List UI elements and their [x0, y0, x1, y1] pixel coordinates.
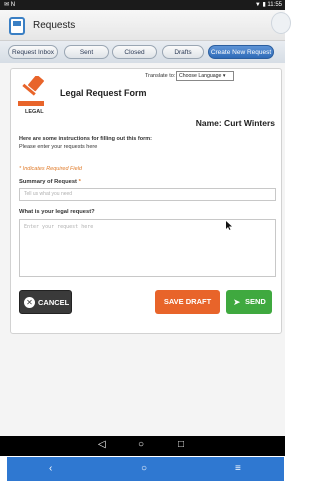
- app-header: Requests: [0, 10, 291, 41]
- android-home-icon[interactable]: ○: [138, 439, 144, 450]
- logo-label: LEGAL: [25, 109, 44, 115]
- tab-bar: Request Inbox Sent Closed Drafts Create …: [0, 41, 285, 63]
- bottom-nav-bar: ‹ ○ ≡: [7, 457, 284, 481]
- requests-app-icon: [9, 17, 25, 35]
- tab-sent[interactable]: Sent: [64, 45, 109, 59]
- android-nav-bar: ◁ ○ □: [0, 436, 285, 456]
- form-title: Legal Request Form: [60, 88, 147, 98]
- summary-input[interactable]: Tell us what you need: [19, 188, 276, 201]
- tab-drafts[interactable]: Drafts: [162, 45, 204, 59]
- status-bar: ✉ N ▼ ▮ 11:55: [0, 0, 285, 10]
- required-field-note: * Indicates Required Field: [19, 166, 82, 172]
- back-icon[interactable]: ‹: [49, 463, 52, 474]
- send-label: SEND: [245, 297, 266, 306]
- paper-plane-icon: ➤: [233, 297, 241, 307]
- tab-create-new-request[interactable]: Create New Request: [208, 45, 274, 59]
- send-button[interactable]: ➤ SEND: [226, 290, 272, 314]
- status-icons-right: ▼ ▮ 11:55: [254, 2, 282, 8]
- android-back-icon[interactable]: ◁: [98, 439, 106, 450]
- translate-label: Translate to:: [145, 73, 176, 79]
- summary-label: Summary of Request *: [19, 179, 81, 185]
- language-select[interactable]: Choose Language ▾: [176, 71, 234, 81]
- app-title: Requests: [33, 20, 76, 31]
- requester-name: Name: Curt Winters: [195, 118, 275, 128]
- instructions-body: Please enter your requests here: [19, 144, 98, 150]
- status-icons-left: ✉ N: [4, 2, 16, 8]
- instructions-heading: Here are some instructions for filling o…: [19, 136, 152, 142]
- tab-request-inbox[interactable]: Request Inbox: [8, 45, 58, 59]
- summary-label-text: Summary of Request: [19, 179, 77, 185]
- legal-request-label: What is your legal request?: [19, 209, 95, 215]
- header-action-button[interactable]: [271, 12, 291, 34]
- legal-request-textarea[interactable]: Enter your request here: [19, 219, 276, 277]
- gavel-icon: [18, 76, 44, 106]
- close-circle-icon: ✕: [24, 297, 35, 308]
- android-recents-icon[interactable]: □: [178, 439, 184, 450]
- save-draft-button[interactable]: SAVE DRAFT: [155, 290, 220, 314]
- required-star: *: [78, 179, 81, 185]
- home-icon[interactable]: ○: [141, 463, 147, 474]
- tab-closed[interactable]: Closed: [112, 45, 157, 59]
- cancel-button[interactable]: ✕ CANCEL: [19, 290, 72, 314]
- cancel-label: CANCEL: [38, 298, 70, 307]
- mouse-pointer-icon: [226, 221, 232, 230]
- menu-icon[interactable]: ≡: [235, 463, 241, 474]
